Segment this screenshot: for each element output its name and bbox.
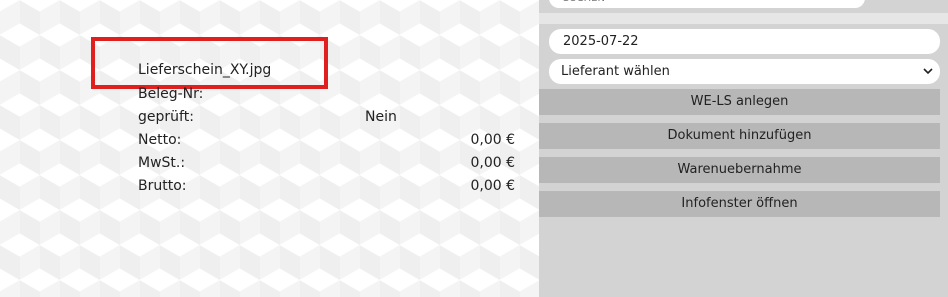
search-input[interactable] (549, 0, 865, 8)
search-strip (539, 13, 948, 24)
date-field[interactable]: 2025-07-22 (549, 29, 940, 54)
info-label: Brutto: (138, 178, 187, 194)
info-value: 0,00 € (470, 155, 515, 171)
goods-receipt-button[interactable]: Warenuebernahme (539, 157, 940, 183)
info-row-mwst: MwSt.: 0,00 € (138, 155, 515, 175)
add-document-button[interactable]: Dokument hinzufügen (539, 123, 940, 149)
document-preview-area: Lieferschein_XY.jpg Beleg-Nr: geprüft: N… (0, 0, 539, 297)
info-row-netto: Netto: 0,00 € (138, 132, 515, 152)
info-label: Netto: (138, 132, 182, 148)
action-panel: 2025-07-22 Lieferant wählen WE-LS anlege… (539, 0, 948, 297)
chevron-down-icon (922, 59, 934, 84)
info-row-geprueft: geprüft: Nein (138, 109, 515, 129)
info-value: 0,00 € (470, 178, 515, 194)
info-row-brutto: Brutto: 0,00 € (138, 178, 515, 198)
info-value: Nein (365, 109, 397, 125)
info-label: Beleg-Nr: (138, 86, 204, 102)
info-label: geprüft: (138, 109, 194, 125)
we-ls-anlegen-button[interactable]: WE-LS anlegen (539, 89, 940, 115)
info-value: 0,00 € (470, 132, 515, 148)
info-row-beleg-nr: Beleg-Nr: (138, 86, 515, 106)
supplier-select[interactable]: Lieferant wählen (549, 59, 940, 84)
supplier-select-value: Lieferant wählen (561, 64, 670, 79)
open-info-window-button[interactable]: Infofenster öffnen (539, 191, 940, 217)
filename-highlight-box (91, 37, 328, 89)
info-label: MwSt.: (138, 155, 186, 171)
